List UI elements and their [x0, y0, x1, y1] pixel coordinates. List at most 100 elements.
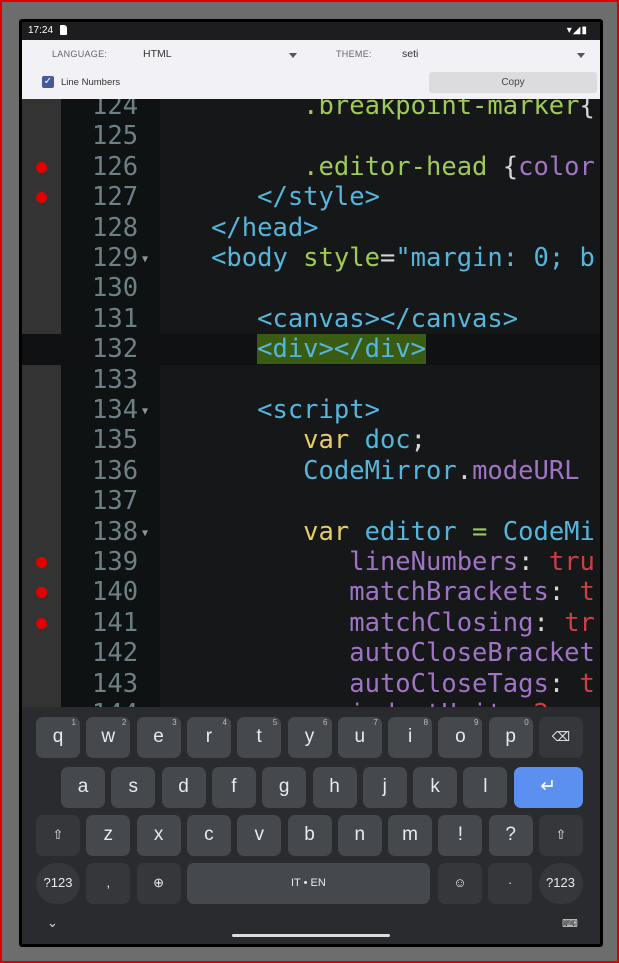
- code-token: editor: [349, 516, 457, 547]
- code-line[interactable]: 133: [22, 365, 600, 395]
- code-line[interactable]: 129 ▼ <body style="margin: 0; b: [22, 243, 600, 273]
- status-time: 17:24: [28, 25, 54, 36]
- space-key[interactable]: IT • EN: [186, 863, 430, 904]
- s-key[interactable]: s: [111, 767, 156, 808]
- code-line[interactable]: 134 ▼ <script>: [22, 395, 600, 425]
- shift-right-key[interactable]: ⇧: [539, 815, 583, 856]
- fold-arrow-icon[interactable]: ▼: [142, 245, 148, 275]
- theme-select[interactable]: seti: [397, 44, 592, 64]
- code-line[interactable]: 125: [22, 121, 600, 151]
- o-key[interactable]: o9: [438, 717, 483, 758]
- code-line[interactable]: 139 lineNumbers: tru: [22, 547, 600, 577]
- code-line[interactable]: 140 matchBrackets: t: [22, 577, 600, 607]
- code-token: .breakpoint-marker: [303, 99, 580, 121]
- code-line[interactable]: 126 .editor-head {color: [22, 152, 600, 182]
- code-token: color: [518, 151, 595, 182]
- u-key[interactable]: u7: [337, 717, 382, 758]
- ?-key[interactable]: ?: [488, 815, 533, 856]
- code-token: tru: [548, 547, 595, 577]
- code-line[interactable]: 137: [22, 486, 600, 516]
- code-line[interactable]: 131 <canvas></canvas>: [22, 304, 600, 334]
- key-label: e: [153, 726, 164, 747]
- backspace-key[interactable]: ⌫: [539, 717, 583, 758]
- line-numbers-checkbox[interactable]: ✓: [42, 76, 54, 88]
- theme-label: THEME:: [336, 49, 372, 59]
- code-line[interactable]: 141 matchClosing: tr: [22, 608, 600, 638]
- code-text: autoCloseBracket: [165, 638, 595, 668]
- d-key[interactable]: d: [161, 767, 206, 808]
- code-line[interactable]: 132 <div></div>: [22, 334, 600, 365]
- line-number: 129: [92, 243, 139, 273]
- key-label: u: [354, 726, 366, 747]
- c-key[interactable]: c: [186, 815, 231, 856]
- v-key[interactable]: v: [237, 815, 282, 856]
- key-hint: 1: [71, 718, 76, 727]
- code-line[interactable]: 142 autoCloseBracket: [22, 638, 600, 668]
- i-key[interactable]: i8: [388, 717, 433, 758]
- breakpoint-marker-icon[interactable]: [36, 587, 47, 599]
- code-line[interactable]: 144 indentUnit: 2: [22, 699, 600, 707]
- breakpoint-marker-icon[interactable]: [36, 161, 47, 173]
- code-editor[interactable]: 124 .breakpoint-marker{125 126 .editor-he…: [22, 99, 600, 707]
- code-line[interactable]: 135 var doc;: [22, 425, 600, 455]
- code-text: matchBrackets: t: [165, 577, 595, 607]
- j-key[interactable]: j: [362, 767, 407, 808]
- copy-button[interactable]: Copy: [429, 72, 597, 93]
- code-line[interactable]: 136 CodeMirror.modeURL: [22, 456, 600, 486]
- code-text: </style>: [165, 182, 380, 212]
- home-handle[interactable]: [232, 934, 390, 937]
- fold-arrow-icon[interactable]: ▼: [142, 397, 148, 427]
- h-key[interactable]: h: [312, 767, 357, 808]
- emoji-key[interactable]: ☺: [437, 863, 482, 904]
- a-key[interactable]: a: [61, 767, 105, 808]
- line-number: 137: [92, 486, 139, 517]
- language-select[interactable]: HTML: [137, 44, 302, 64]
- code-line[interactable]: 128 </head>: [22, 213, 600, 243]
- y-key[interactable]: y6: [287, 717, 332, 758]
- r-key[interactable]: r4: [186, 717, 231, 758]
- code-line[interactable]: 138 ▼ var editor = CodeMi: [22, 517, 600, 547]
- t-key[interactable]: t5: [237, 717, 282, 758]
- globe-key[interactable]: ⊕: [136, 863, 181, 904]
- fold-arrow-icon[interactable]: ▼: [142, 519, 148, 549]
- code-line[interactable]: 130: [22, 273, 600, 303]
- code-line[interactable]: 143 autoCloseTags: t: [22, 669, 600, 699]
- key-label: ⊕: [153, 875, 165, 890]
- l-key[interactable]: l: [463, 767, 508, 808]
- p-key[interactable]: p0: [488, 717, 533, 758]
- !-key[interactable]: !: [438, 815, 483, 856]
- period-key[interactable]: ·: [488, 863, 533, 904]
- hide-keyboard-icon[interactable]: ⌄: [47, 915, 58, 931]
- q-key[interactable]: q1: [36, 717, 80, 758]
- sd-card-icon: [60, 25, 67, 35]
- key-label: w: [101, 726, 116, 747]
- m-key[interactable]: m: [388, 815, 433, 856]
- g-key[interactable]: g: [262, 767, 307, 808]
- symbols-left-key[interactable]: ?123: [36, 863, 80, 904]
- n-key[interactable]: n: [337, 815, 382, 856]
- x-key[interactable]: x: [136, 815, 181, 856]
- key-label: ?123: [546, 875, 575, 890]
- shift-left-key[interactable]: ⇧: [36, 815, 80, 856]
- k-key[interactable]: k: [413, 767, 458, 808]
- code-line[interactable]: 124 .breakpoint-marker{: [22, 99, 600, 121]
- code-token: t: [579, 577, 595, 608]
- symbols-right-key[interactable]: ?123: [538, 863, 583, 904]
- breakpoint-marker-icon[interactable]: [36, 192, 47, 204]
- keyboard-switch-icon[interactable]: ⌨: [562, 917, 578, 930]
- w-key[interactable]: w2: [86, 717, 131, 758]
- key-label: ☺: [453, 875, 467, 890]
- breakpoint-marker-icon[interactable]: [36, 617, 47, 629]
- z-key[interactable]: z: [86, 815, 131, 856]
- key-label: x: [153, 824, 164, 845]
- key-hint: 3: [172, 718, 177, 727]
- e-key[interactable]: e3: [136, 717, 181, 758]
- b-key[interactable]: b: [287, 815, 332, 856]
- comma-key[interactable]: ,: [86, 863, 131, 904]
- code-line[interactable]: 127 </style>: [22, 182, 600, 212]
- f-key[interactable]: f: [211, 767, 256, 808]
- breakpoint-marker-icon[interactable]: [36, 557, 47, 568]
- enter-key[interactable]: ↵: [513, 767, 583, 808]
- key-label: g: [278, 776, 290, 797]
- line-number: 125: [92, 121, 139, 152]
